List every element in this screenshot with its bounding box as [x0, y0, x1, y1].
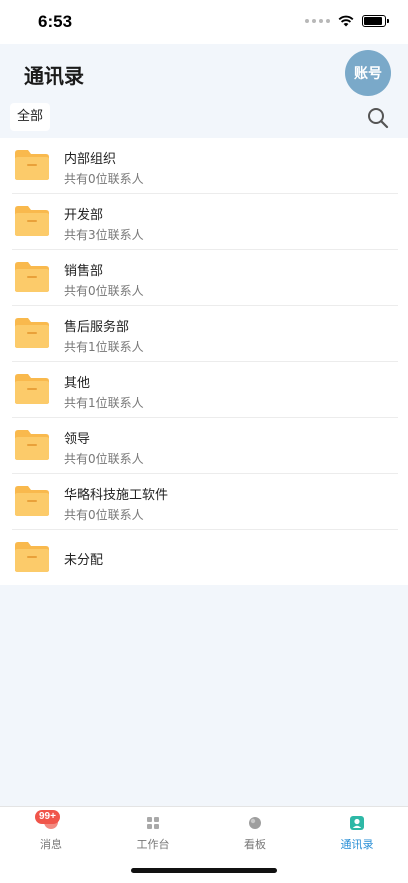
header: 通讯录 账号 [0, 44, 408, 100]
folder-icon [15, 150, 49, 180]
folder-icon [15, 262, 49, 292]
folder-icon [15, 542, 49, 572]
folder-icon [15, 486, 49, 516]
status-icons [305, 14, 389, 28]
status-time: 6:53 [38, 12, 73, 31]
tab-messages[interactable]: 99+ 消息 [0, 807, 102, 857]
battery-icon [362, 15, 389, 27]
folder-icon [15, 430, 49, 460]
filter-row: 全部 [0, 100, 408, 136]
group-count: 共有0位联系人 [64, 284, 144, 298]
tab-label: 工作台 [136, 838, 170, 851]
group-count: 共有3位联系人 [64, 228, 144, 242]
group-name: 领导 [64, 432, 91, 447]
list-item[interactable]: 内部组织 共有0位联系人 [0, 138, 408, 194]
tab-workbench[interactable]: 工作台 [102, 807, 204, 857]
wifi-icon [338, 15, 354, 27]
dashboard-icon [249, 817, 261, 829]
filter-all-chip[interactable]: 全部 [10, 103, 51, 131]
status-bar: 6:53 [0, 0, 408, 44]
search-icon[interactable] [366, 106, 390, 130]
signal-icon [305, 19, 330, 23]
tab-contacts[interactable]: 通讯录 [306, 807, 408, 857]
tab-label: 通讯录 [340, 838, 374, 851]
group-count: 共有0位联系人 [64, 508, 144, 522]
list-item[interactable]: 销售部 共有0位联系人 [0, 250, 408, 306]
unread-badge: 99+ [35, 810, 60, 824]
group-list: 内部组织 共有0位联系人 开发部 共有3位联系人 销售部 共有0位联系人 售后服… [0, 138, 408, 585]
contacts-icon [350, 816, 364, 830]
account-button[interactable]: 账号 [345, 50, 391, 96]
home-indicator [131, 868, 277, 873]
list-item[interactable]: 其他 共有1位联系人 [0, 362, 408, 418]
folder-icon [15, 318, 49, 348]
grid-icon [147, 817, 159, 829]
list-item[interactable]: 华略科技施工软件 共有0位联系人 [0, 474, 408, 530]
group-name: 其他 [64, 376, 91, 391]
group-name: 售后服务部 [64, 320, 130, 335]
list-item[interactable]: 售后服务部 共有1位联系人 [0, 306, 408, 362]
page-title: 通讯录 [24, 64, 84, 88]
folder-icon [15, 206, 49, 236]
group-name: 华略科技施工软件 [64, 488, 169, 503]
list-item[interactable]: 领导 共有0位联系人 [0, 418, 408, 474]
group-name: 销售部 [64, 264, 104, 279]
group-name: 未分配 [64, 553, 104, 568]
group-name: 内部组织 [64, 152, 117, 167]
group-name: 开发部 [64, 208, 104, 223]
list-item[interactable]: 未分配 [0, 530, 408, 586]
list-item[interactable]: 开发部 共有3位联系人 [0, 194, 408, 250]
tab-label: 消息 [40, 838, 62, 851]
group-count: 共有1位联系人 [64, 340, 144, 354]
tab-label: 看板 [244, 838, 266, 851]
group-count: 共有0位联系人 [64, 172, 144, 186]
group-count: 共有1位联系人 [64, 396, 144, 410]
group-count: 共有0位联系人 [64, 452, 144, 466]
tab-dashboard[interactable]: 看板 [204, 807, 306, 857]
folder-icon [15, 374, 49, 404]
